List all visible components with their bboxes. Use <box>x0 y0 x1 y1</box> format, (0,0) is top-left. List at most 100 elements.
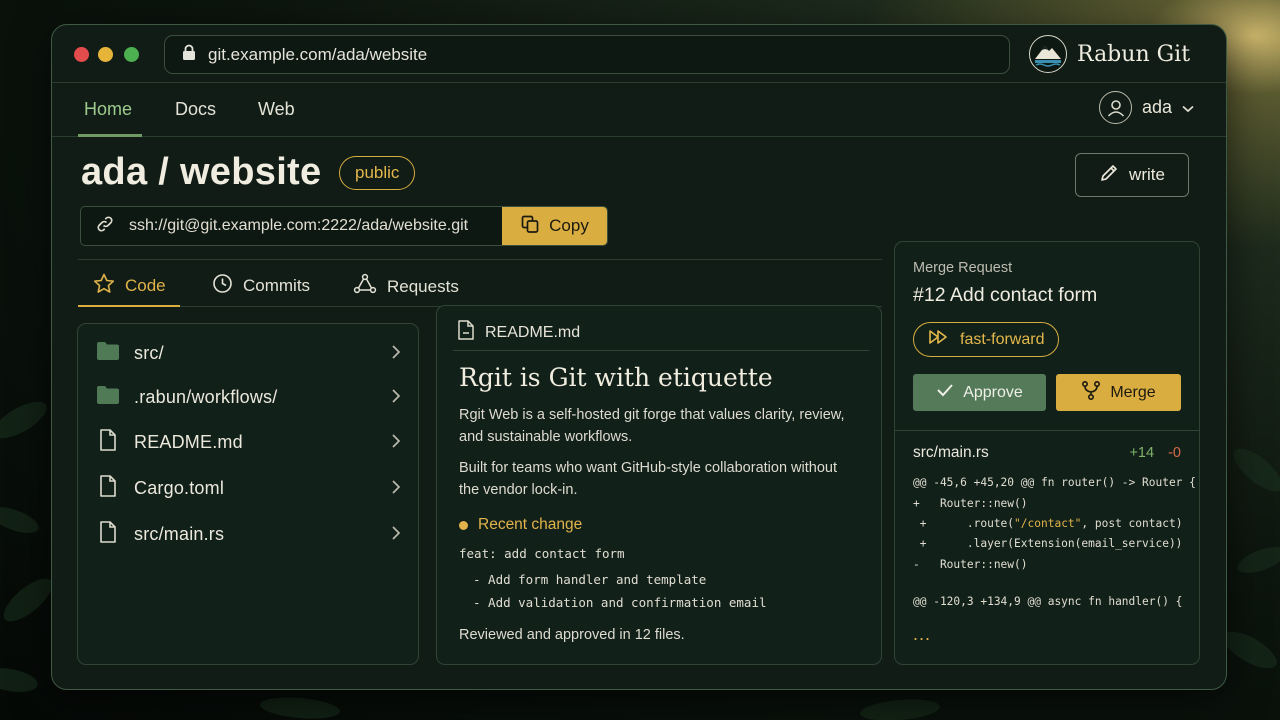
deletions-count: -0 <box>1168 445 1181 461</box>
user-avatar-icon <box>1099 91 1132 124</box>
folder-icon <box>96 385 120 410</box>
merge-icon <box>1081 380 1101 405</box>
address-bar[interactable]: git.example.com/ada/website <box>164 35 1010 74</box>
document-icon <box>457 320 475 345</box>
url-text: git.example.com/ada/website <box>208 44 428 64</box>
nav-web[interactable]: Web <box>258 99 295 120</box>
write-label: write <box>1129 165 1165 184</box>
browser-window: git.example.com/ada/website Rabun Git Ho… <box>51 24 1227 690</box>
star-icon <box>93 273 115 299</box>
diff-line: + .layer(Extension(email_service)) <box>913 537 1183 550</box>
file-name: Cargo.toml <box>134 477 225 498</box>
merge-strategy-label: fast-forward <box>960 330 1045 348</box>
readme-header: README.md <box>457 320 580 345</box>
top-nav: Home Docs Web ada <box>52 83 1226 137</box>
diff-line: - Router::new() <box>913 558 1028 571</box>
tab-commits[interactable]: Commits <box>212 273 310 299</box>
merge-button[interactable]: Merge <box>1056 374 1181 411</box>
clone-url-field[interactable]: ssh://git@git.example.com:2222/ada/websi… <box>81 214 502 239</box>
close-window-button[interactable] <box>74 47 89 62</box>
lock-icon <box>182 44 196 66</box>
mr-title[interactable]: #12 Add contact form <box>913 284 1097 307</box>
diff-string: "/contact" <box>1014 517 1082 530</box>
copy-label: Copy <box>549 216 589 235</box>
recent-change-heading: Recent change <box>459 516 582 534</box>
commit-message: feat: add contact form <box>459 546 625 561</box>
readme-panel: README.md Rgit is Git with etiquette Rgi… <box>436 305 882 665</box>
file-icon <box>96 520 120 549</box>
chevron-right-icon <box>391 525 401 546</box>
copy-button[interactable]: Copy <box>502 207 607 245</box>
file-name: src/ <box>134 342 164 363</box>
file-list: src/ .rabun/workflows/ README.md Cargo.t… <box>77 323 419 665</box>
tab-requests[interactable]: Requests <box>353 273 459 300</box>
bullet-dot-icon <box>459 520 468 530</box>
more-indicator[interactable]: ... <box>913 624 931 645</box>
tab-requests-label: Requests <box>387 276 459 296</box>
file-row-src[interactable]: src/ <box>96 338 401 368</box>
file-icon <box>96 474 120 503</box>
nav-home[interactable]: Home <box>84 99 132 120</box>
merge-label: Merge <box>1110 383 1156 401</box>
chevron-right-icon <box>391 344 401 365</box>
write-button[interactable]: write <box>1075 153 1189 197</box>
chevron-right-icon <box>391 479 401 500</box>
additions-count: +14 <box>1129 445 1155 461</box>
merge-strategy-badge[interactable]: fast-forward <box>913 322 1060 357</box>
repo-tabs: Code Commits Requests <box>78 259 882 307</box>
chevron-right-icon <box>391 388 401 409</box>
readme-title: Rgit is Git with etiquette <box>459 363 773 392</box>
file-icon <box>96 428 120 457</box>
pull-request-icon <box>353 273 377 300</box>
check-icon <box>936 383 954 402</box>
diff-line: + Router::new() <box>913 497 1028 510</box>
divider <box>895 430 1199 431</box>
tab-code-label: Code <box>125 276 166 295</box>
minimize-window-button[interactable] <box>98 47 113 62</box>
nav-docs[interactable]: Docs <box>175 99 216 120</box>
commit-bullet: - Add form handler and template <box>473 572 707 587</box>
brand[interactable]: Rabun Git <box>1029 35 1190 73</box>
file-name: README.md <box>134 431 243 452</box>
title-bar: git.example.com/ada/website Rabun Git <box>52 25 1226 83</box>
clone-url-text: ssh://git@git.example.com:2222/ada/websi… <box>129 217 469 234</box>
tab-commits-label: Commits <box>243 276 311 295</box>
tab-code[interactable]: Code <box>93 273 166 299</box>
file-name: .rabun/workflows/ <box>134 386 278 407</box>
repo-title: ada / website <box>81 151 322 193</box>
commit-bullet: - Add validation and confirmation email <box>473 595 767 610</box>
divider <box>453 350 869 351</box>
pencil-icon <box>1099 163 1119 188</box>
mr-label: Merge Request <box>913 260 1013 276</box>
file-row-main-rs[interactable]: src/main.rs <box>96 519 401 549</box>
approve-label: Approve <box>963 383 1023 401</box>
chevron-down-icon <box>1182 97 1194 118</box>
readme-filename: README.md <box>485 323 581 341</box>
brand-name: Rabun Git <box>1077 41 1191 67</box>
clock-icon <box>212 273 233 299</box>
file-row-workflows[interactable]: .rabun/workflows/ <box>96 382 401 412</box>
file-row-readme[interactable]: README.md <box>96 427 401 457</box>
diff-code: + .route( <box>913 517 1015 530</box>
copy-icon <box>520 214 540 239</box>
approve-button[interactable]: Approve <box>913 374 1046 411</box>
active-tab-indicator <box>78 305 180 307</box>
maximize-window-button[interactable] <box>124 47 139 62</box>
chevron-right-icon <box>391 433 401 454</box>
readme-paragraph: Rgit Web is a self-hosted git forge that… <box>459 407 845 445</box>
folder-icon <box>96 341 120 366</box>
mountain-logo-icon <box>1029 35 1067 73</box>
readme-footer: Reviewed and approved in 12 files. <box>459 627 685 643</box>
clone-url-box: ssh://git@git.example.com:2222/ada/websi… <box>80 206 608 246</box>
diff-stats: +14 -0 <box>1129 445 1181 461</box>
active-nav-indicator <box>78 134 142 137</box>
readme-paragraph: Built for teams who want GitHub-style co… <box>459 460 837 498</box>
link-icon <box>95 214 115 239</box>
user-menu[interactable]: ada <box>1099 91 1194 124</box>
diff-code: , post contact) <box>1081 517 1183 530</box>
diff-hunk-header: @@ -120,3 +134,9 @@ async fn handler() { <box>913 595 1183 608</box>
file-row-cargo[interactable]: Cargo.toml <box>96 473 401 503</box>
visibility-badge: public <box>339 156 416 190</box>
diff-filename[interactable]: src/main.rs <box>913 444 989 462</box>
diff-line: + .route("/contact", post contact) <box>913 517 1183 530</box>
